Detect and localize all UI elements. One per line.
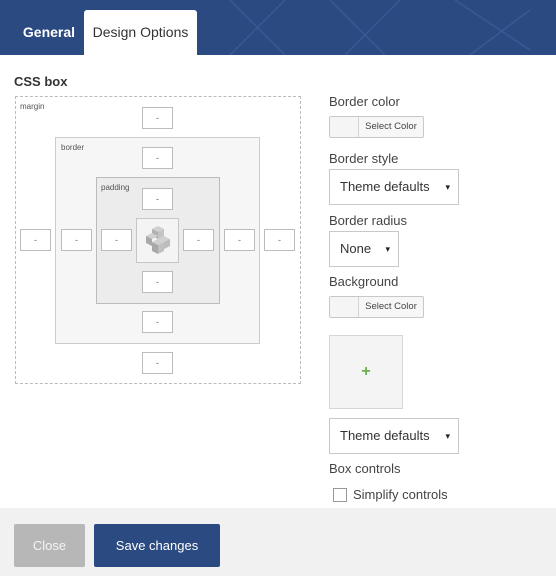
border-top-input[interactable]: -: [142, 147, 173, 169]
plus-icon: +: [361, 363, 371, 380]
border-left-input[interactable]: -: [61, 229, 92, 251]
chevron-down-icon: ▾: [445, 431, 450, 441]
css-box-title: CSS box: [14, 74, 68, 89]
box-controls-label: Box controls: [329, 461, 401, 476]
margin-left-input[interactable]: -: [20, 229, 51, 251]
border-right-input[interactable]: -: [224, 229, 255, 251]
border-color-label: Border color: [329, 94, 400, 109]
border-radius-label: Border radius: [329, 213, 408, 228]
border-label: border: [61, 143, 85, 152]
margin-label: margin: [20, 102, 45, 111]
vc-logo-icon: [146, 226, 170, 254]
simplify-controls-label[interactable]: Simplify controls: [353, 487, 448, 502]
border-color-button-label: Select Color: [365, 121, 417, 132]
save-changes-button[interactable]: Save changes: [94, 524, 220, 567]
background-color-button-label: Select Color: [365, 301, 417, 312]
background-color-swatch: [330, 297, 359, 317]
tab-general[interactable]: General: [14, 10, 84, 55]
padding-left-input[interactable]: -: [101, 229, 132, 251]
close-button[interactable]: Close: [14, 524, 85, 567]
border-style-value: Theme defaults: [340, 179, 430, 194]
padding-label: padding: [101, 183, 130, 192]
tab-design-options[interactable]: Design Options: [84, 10, 197, 55]
background-color-picker[interactable]: Select Color: [329, 296, 424, 318]
background-style-select[interactable]: Theme defaults ▾: [329, 418, 459, 454]
add-background-image-button[interactable]: +: [329, 335, 403, 409]
border-bottom-input[interactable]: -: [142, 311, 173, 333]
chevron-down-icon: ▾: [385, 244, 390, 254]
chevron-down-icon: ▾: [445, 182, 450, 192]
simplify-controls-checkbox[interactable]: [333, 488, 347, 502]
padding-right-input[interactable]: -: [183, 229, 214, 251]
border-style-select[interactable]: Theme defaults ▾: [329, 169, 459, 205]
border-style-label: Border style: [329, 151, 399, 166]
modal-footer: Close Save changes: [0, 508, 556, 576]
margin-right-input[interactable]: -: [264, 229, 295, 251]
modal-header: General Design Options: [0, 0, 556, 55]
padding-top-input[interactable]: -: [142, 188, 173, 210]
border-color-picker[interactable]: Select Color: [329, 116, 424, 138]
margin-top-input[interactable]: -: [142, 107, 173, 129]
background-style-value: Theme defaults: [340, 428, 430, 443]
border-radius-select[interactable]: None ▾: [329, 231, 399, 267]
border-color-swatch: [330, 117, 359, 137]
background-label: Background: [329, 274, 399, 289]
border-radius-value: None: [340, 241, 372, 256]
content-box: [136, 218, 179, 263]
margin-bottom-input[interactable]: -: [142, 352, 173, 374]
padding-bottom-input[interactable]: -: [142, 271, 173, 293]
